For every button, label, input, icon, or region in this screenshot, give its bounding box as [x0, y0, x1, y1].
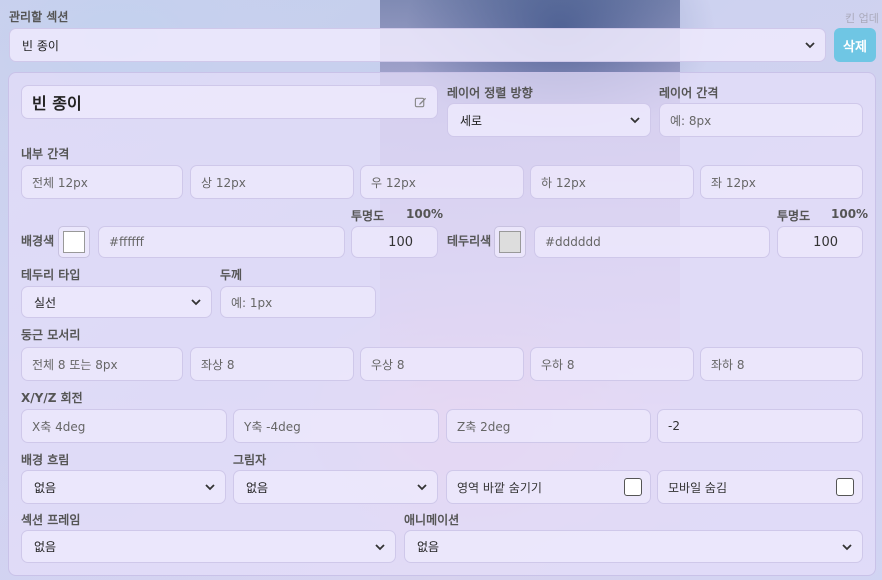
radius-top-left-input[interactable]: 좌상 8 — [190, 347, 354, 381]
rotation-x-input[interactable]: X축 4deg — [21, 409, 227, 443]
mobile-hide-label: 모바일 숨김 — [668, 480, 728, 495]
background-color-label: 배경색 — [21, 234, 55, 248]
corner-hint: 킨 업데 — [845, 12, 879, 25]
padding-bottom-input[interactable]: 하 12px — [530, 165, 694, 199]
chevron-down-icon — [205, 484, 215, 491]
section-title-field[interactable]: 빈 종이 — [21, 85, 438, 119]
border-width-input[interactable]: 예: 1px — [220, 286, 376, 318]
border-type-label: 테두리 타입 — [21, 268, 81, 282]
layer-direction-select[interactable]: 세로 — [447, 103, 651, 137]
mobile-hide-checkbox[interactable] — [836, 478, 854, 496]
padding-top-input[interactable]: 상 12px — [190, 165, 354, 199]
border-width-label: 두께 — [220, 268, 243, 282]
section-select-value: 빈 종이 — [22, 38, 59, 53]
border-type-select[interactable]: 실선 — [21, 286, 212, 318]
background-color-input[interactable]: #ffffff — [98, 226, 345, 258]
mobile-hide-toggle[interactable]: 모바일 숨김 — [657, 470, 863, 504]
layer-direction-label: 레이어 정렬 방향 — [447, 86, 533, 100]
shadow-select[interactable]: 없음 — [233, 470, 438, 504]
chevron-down-icon — [842, 543, 852, 550]
animation-select[interactable]: 없음 — [404, 530, 863, 563]
radius-bottom-right-input[interactable]: 우하 8 — [530, 347, 694, 381]
background-opacity-input[interactable]: 100 — [351, 226, 438, 258]
padding-right-input[interactable]: 우 12px — [360, 165, 524, 199]
chevron-down-icon — [375, 543, 385, 550]
pencil-icon[interactable] — [414, 96, 427, 109]
background-color-swatch[interactable] — [58, 226, 90, 258]
border-type-value: 실선 — [34, 295, 57, 310]
section-select-label: 관리할 섹션 — [9, 10, 69, 24]
chevron-down-icon — [417, 484, 427, 491]
radius-all-input[interactable]: 전체 8 또는 8px — [21, 347, 183, 381]
layer-gap-input[interactable]: 예: 8px — [659, 103, 863, 137]
border-opacity-input[interactable]: 100 — [777, 226, 863, 258]
padding-left-input[interactable]: 좌 12px — [700, 165, 863, 199]
animation-label: 애니메이션 — [404, 513, 460, 527]
layer-direction-value: 세로 — [460, 113, 483, 128]
chevron-down-icon — [630, 117, 640, 124]
hide-overflow-checkbox[interactable] — [624, 478, 642, 496]
radius-bottom-left-input[interactable]: 좌하 8 — [700, 347, 863, 381]
rotation-label: X/Y/Z 회전 — [21, 391, 83, 405]
chevron-down-icon — [805, 42, 815, 49]
background-color-chip — [63, 231, 85, 253]
border-radius-label: 둥근 모서리 — [21, 328, 81, 342]
layer-gap-label: 레이어 간격 — [659, 86, 719, 100]
rotation-extra-input[interactable]: -2 — [657, 409, 863, 443]
padding-label: 내부 간격 — [21, 147, 70, 161]
border-color-swatch[interactable] — [494, 226, 526, 258]
shadow-value: 없음 — [246, 480, 269, 495]
padding-all-input[interactable]: 전체 12px — [21, 165, 183, 199]
hide-overflow-label: 영역 바깥 숨기기 — [457, 480, 542, 495]
rotation-y-input[interactable]: Y축 -4deg — [233, 409, 439, 443]
border-color-label: 테두리색 — [447, 234, 492, 248]
bg-blur-value: 없음 — [34, 480, 57, 495]
border-opacity-label: 투명도 — [777, 209, 811, 223]
section-frame-value: 없음 — [34, 540, 57, 554]
border-color-input[interactable]: #dddddd — [534, 226, 770, 258]
section-select[interactable]: 빈 종이 — [9, 28, 826, 62]
radius-top-right-input[interactable]: 우상 8 — [360, 347, 524, 381]
bg-blur-select[interactable]: 없음 — [21, 470, 226, 504]
hide-overflow-toggle[interactable]: 영역 바깥 숨기기 — [446, 470, 651, 504]
border-color-chip — [499, 231, 521, 253]
border-opacity-percent: 100% — [831, 207, 869, 221]
section-frame-label: 섹션 프레임 — [21, 513, 81, 527]
delete-button[interactable]: 삭제 — [834, 28, 876, 62]
chevron-down-icon — [191, 299, 201, 306]
rotation-z-input[interactable]: Z축 2deg — [446, 409, 651, 443]
bg-blur-label: 배경 흐림 — [21, 453, 70, 467]
background-opacity-label: 투명도 — [351, 209, 385, 223]
section-frame-select[interactable]: 없음 — [21, 530, 396, 563]
section-title-text: 빈 종이 — [32, 94, 82, 113]
background-opacity-percent: 100% — [406, 207, 444, 221]
animation-value: 없음 — [417, 540, 440, 554]
shadow-label: 그림자 — [233, 453, 267, 467]
